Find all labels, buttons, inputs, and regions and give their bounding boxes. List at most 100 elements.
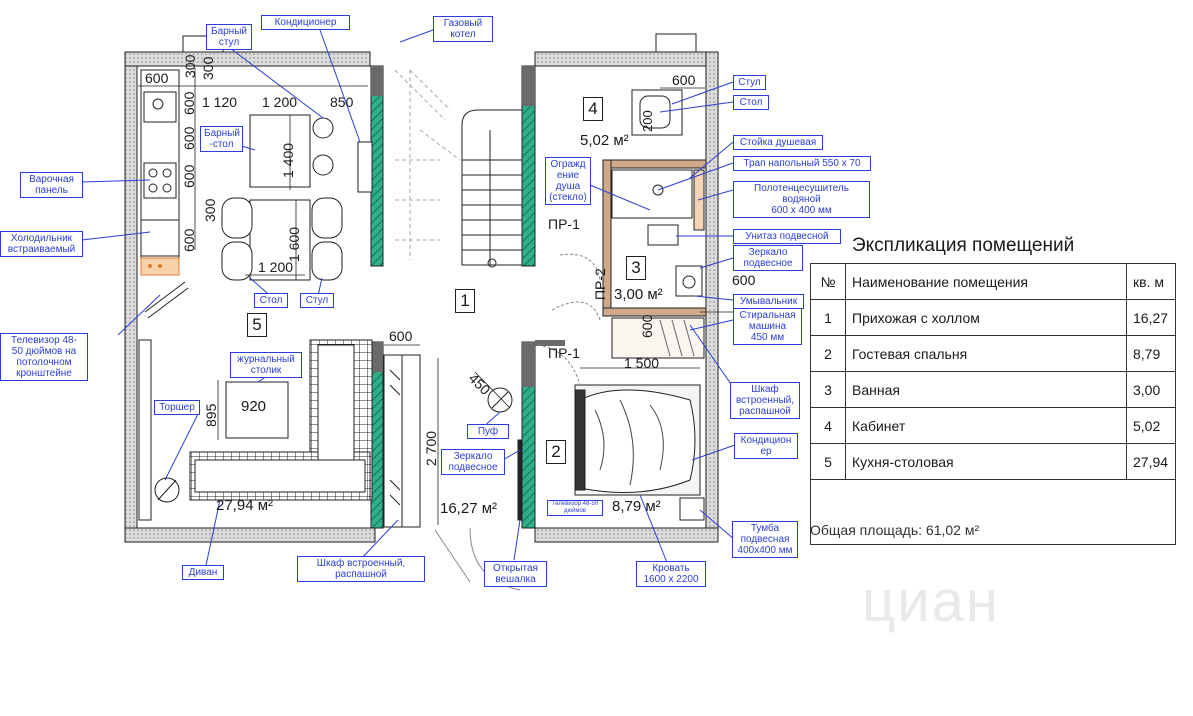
room-number: 3 <box>626 256 646 280</box>
note-ac-bed: Кондицион ер <box>734 433 798 459</box>
washer-icon <box>611 317 705 359</box>
note-boiler: Газовый котел <box>433 16 493 42</box>
dim-label: 600 <box>181 126 197 150</box>
dim-label: 1 600 <box>286 226 302 262</box>
dim-label: 1 400 <box>280 142 296 178</box>
room-area: 5,02 м² <box>580 132 629 149</box>
door-label: ПР-2 <box>592 268 608 300</box>
dim-label: 1 500 <box>624 355 660 371</box>
table-row: 5 Кухня-столовая 27,94 <box>810 443 1176 480</box>
total-area: Общая площадь: 61,02 м² <box>810 522 980 538</box>
room-area: 27,94 м² <box>216 497 274 514</box>
dim-label: 600 <box>732 272 756 288</box>
explication-table: № Наименование помещения кв. м 1 Прихожа… <box>810 263 1176 480</box>
note-tv-living: Телевизор 48- 50 дюймов на потолочном кр… <box>0 333 88 381</box>
col-header: кв. м <box>1126 263 1176 300</box>
note-ac-top: Кондиционер <box>261 15 350 30</box>
table-row: 3 Ванная 3,00 <box>810 371 1176 408</box>
note-pouf: Пуф <box>467 424 509 439</box>
dim-label: 600 <box>181 228 197 252</box>
door-label: ПР-1 <box>548 216 580 232</box>
note-fridge: Холодильник встраиваемый <box>0 231 83 257</box>
note-bed: Кровать 1600 х 2200 <box>636 561 706 587</box>
cell-num: 3 <box>810 371 846 408</box>
dim-label: 600 <box>181 91 197 115</box>
col-header: № <box>810 263 846 300</box>
note-wardrobe-bed: Шкаф встроенный, распашной <box>730 382 800 419</box>
col-header: Наименование помещения <box>845 263 1127 300</box>
dim-label: 600 <box>672 72 696 88</box>
note-coffee-table: журнальный столик <box>230 352 302 378</box>
note-towel-dryer: Полотенцесушитель водяной 600 х 400 мм <box>733 181 870 218</box>
watermark: циан <box>862 569 1000 634</box>
table-row: 2 Гостевая спальня 8,79 <box>810 335 1176 372</box>
cell-num: 2 <box>810 335 846 372</box>
note-sofa: Диван <box>182 565 224 580</box>
note-bar-table: Барный -стол <box>200 126 243 152</box>
room-number: 2 <box>546 440 566 464</box>
shower-icon <box>611 169 693 219</box>
dim-label: 600 <box>639 314 655 338</box>
room-area: 16,27 м² <box>440 500 498 517</box>
note-wardrobe-hall: Шкаф встроенный, распашной <box>297 556 425 582</box>
cell-area: 3,00 <box>1126 371 1176 408</box>
cell-room: Прихожая с холлом <box>845 299 1127 336</box>
note-shower-guard: Огражд ение душа (стекло) <box>545 157 591 205</box>
room-area: 3,00 м² <box>614 286 663 303</box>
explication-title: Экспликация помещений <box>852 235 1075 256</box>
dim-label: 920 <box>241 398 267 415</box>
note-bar-chair: Барный стул <box>206 24 252 50</box>
note-mirror-hall: Зеркало подвесное <box>441 449 505 475</box>
dim-label: 1 200 <box>262 94 298 110</box>
cell-num: 5 <box>810 443 846 480</box>
dim-label: 1 200 <box>258 259 294 275</box>
cell-area: 5,02 <box>1126 407 1176 444</box>
dim-label: 895 <box>203 403 219 427</box>
room-number: 1 <box>455 289 475 313</box>
note-toilet: Унитаз подвесной <box>733 229 841 244</box>
note-shower-rack: Стойка душевая <box>733 135 823 150</box>
bar-stool-icon <box>312 117 334 139</box>
table-row: 4 Кабинет 5,02 <box>810 407 1176 444</box>
fridge-icon <box>140 219 180 257</box>
note-chair-top: Стул <box>733 75 766 90</box>
cell-area: 27,94 <box>1126 443 1176 480</box>
note-hob: Варочная панель <box>20 172 83 198</box>
dim-label: 2 700 <box>423 430 439 466</box>
dim-label: 300 <box>200 56 216 80</box>
staircase <box>394 69 523 268</box>
dim-label: 200 <box>640 110 655 132</box>
dim-label: 600 <box>389 328 413 344</box>
note-washer: Стиральная машина 450 мм <box>733 308 802 345</box>
cell-room: Ванная <box>845 371 1127 408</box>
cell-room: Гостевая спальня <box>845 335 1127 372</box>
note-table-mid: Стол <box>254 293 288 308</box>
door-label: ПР-1 <box>548 345 580 361</box>
dim-label: 300 <box>202 198 218 222</box>
cell-room: Кухня-столовая <box>845 443 1127 480</box>
note-nightstand: Тумба подвесная 400х400 мм <box>732 521 798 558</box>
note-chair-mid: Стул <box>300 293 334 308</box>
dim-label: 850 <box>330 94 354 110</box>
dim-label: 600 <box>181 164 197 188</box>
table-header-row: № Наименование помещения кв. м <box>810 263 1176 300</box>
note-mirror-bath: Зеркало подвесное <box>733 245 803 271</box>
cell-room: Кабинет <box>845 407 1127 444</box>
cell-area: 8,79 <box>1126 335 1176 372</box>
cell-num: 4 <box>810 407 846 444</box>
room-number: 4 <box>583 97 603 121</box>
note-floor-drain: Трап напольный 550 х 70 <box>733 156 871 171</box>
table-row: 1 Прихожая с холлом 16,27 <box>810 299 1176 336</box>
room-area: 8,79 м² <box>612 498 661 515</box>
note-hanger: Открытая вешалка <box>484 561 547 587</box>
cell-num: 1 <box>810 299 846 336</box>
note-floor-lamp: Торшер <box>154 400 200 415</box>
toilet-icon <box>647 224 679 246</box>
note-sink: Умывальник <box>733 294 804 309</box>
note-tv-bed: Телевизор 48-50 дюймов <box>547 500 603 516</box>
dim-label: 300 <box>182 54 198 78</box>
cell-area: 16,27 <box>1126 299 1176 336</box>
dim-label: 1 120 <box>202 94 238 110</box>
note-table-top: Стол <box>733 95 769 110</box>
dim-label: 600 <box>145 70 169 86</box>
